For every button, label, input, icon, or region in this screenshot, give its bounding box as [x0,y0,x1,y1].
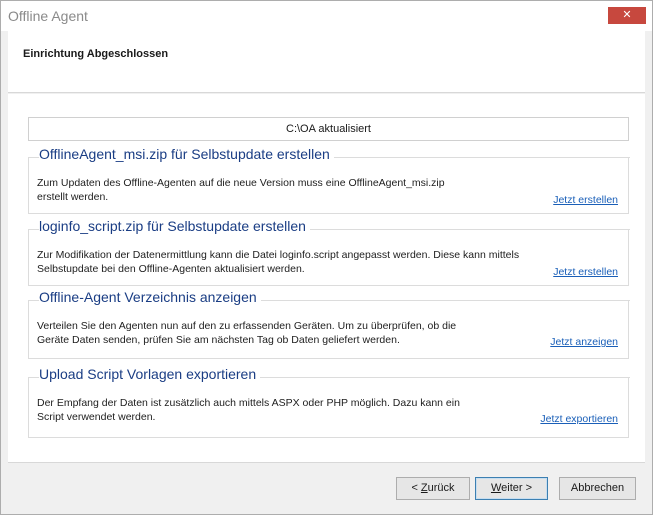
dialog-window: Offline Agent ✕ Einrichtung Abgeschlosse… [0,0,653,515]
title-bar: Offline Agent ✕ [1,1,652,31]
group-loginfo-zip: loginfo_script.zip für Selbstupdate erst… [28,218,630,286]
description-line: Der Empfang der Daten ist zusätzlich auc… [37,397,460,409]
show-directory-link[interactable]: Jetzt anzeigen [550,336,618,348]
group-description: Zum Updaten des Offline-Agenten auf die … [37,176,477,204]
create-loginfo-zip-link[interactable]: Jetzt erstellen [553,266,618,278]
description-line: Script verwendet werden. [37,411,156,423]
wizard-header: Einrichtung Abgeschlossen [8,31,645,93]
cancel-button[interactable]: Abbrechen [559,477,636,500]
next-button-label: eiter > [501,482,533,494]
group-title: loginfo_script.zip für Selbstupdate erst… [39,218,310,234]
back-button[interactable]: < Zurück [396,477,470,500]
group-upload-scripts: Upload Script Vorlagen exportieren Der E… [28,366,630,438]
group-description: Verteilen Sie den Agenten nun auf den zu… [37,319,477,347]
group-title: Offline-Agent Verzeichnis anzeigen [39,289,261,305]
next-button-accesskey: W [490,482,502,494]
group-title: Upload Script Vorlagen exportieren [39,366,261,382]
wizard-content: C:\OA aktualisiert OfflineAgent_msi.zip … [8,94,645,462]
close-button[interactable]: ✕ [608,7,646,24]
window-title: Offline Agent [8,8,88,24]
description-line: Geräte Daten senden, prüfen Sie am nächs… [37,334,400,346]
back-button-label: urück [427,482,455,494]
back-button-prefix: < [411,482,421,494]
group-agent-directory: Offline-Agent Verzeichnis anzeigen Verte… [28,289,630,359]
group-description: Der Empfang der Daten ist zusätzlich auc… [37,396,477,424]
page-title: Einrichtung Abgeschlossen [23,48,169,60]
wizard-footer: < Zurück Weiter > Abbrechen [8,462,645,509]
next-button[interactable]: Weiter > [475,477,548,500]
description-line: erstellt werden. [37,191,109,203]
group-title: OfflineAgent_msi.zip für Selbstupdate er… [39,146,334,162]
description-line: Zur Modifikation der Datenermittlung kan… [37,249,520,261]
description-line: Zum Updaten des Offline-Agenten auf die … [37,177,445,189]
group-description: Zur Modifikation der Datenermittlung kan… [37,248,597,276]
description-line: Verteilen Sie den Agenten nun auf den zu… [37,320,457,332]
group-msi-zip: OfflineAgent_msi.zip für Selbstupdate er… [28,146,630,214]
back-button-accesskey: Z [420,482,428,494]
export-scripts-link[interactable]: Jetzt exportieren [540,413,618,425]
description-line: Selbstupdate bei den Offline-Agenten akt… [37,263,305,275]
create-msi-zip-link[interactable]: Jetzt erstellen [553,194,618,206]
status-field: C:\OA aktualisiert [28,117,629,141]
